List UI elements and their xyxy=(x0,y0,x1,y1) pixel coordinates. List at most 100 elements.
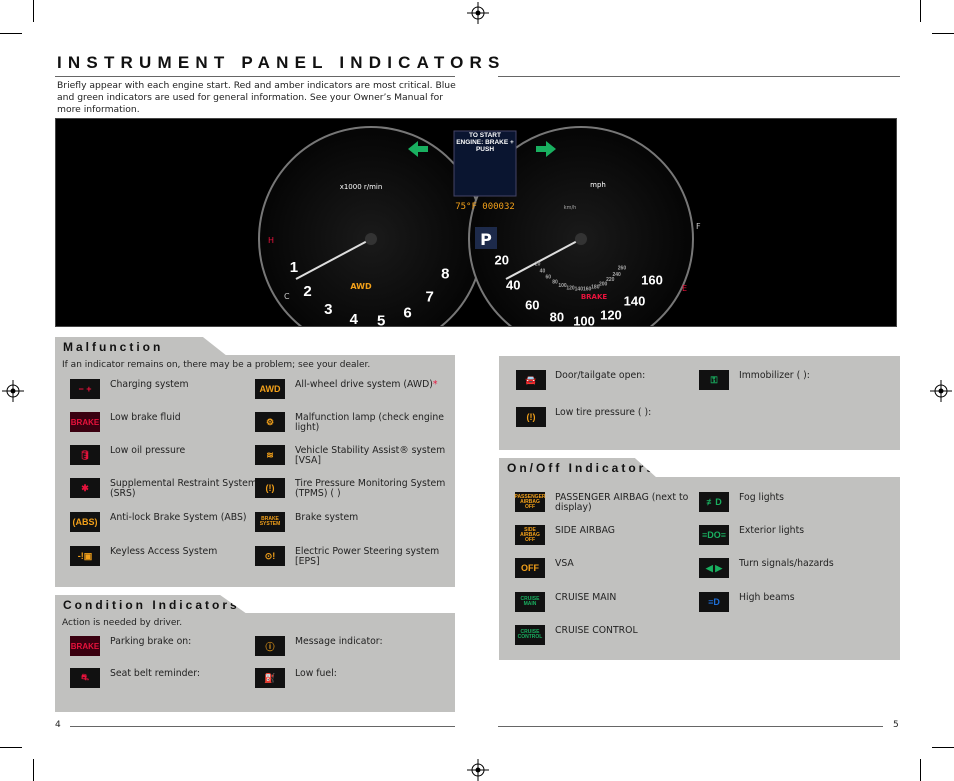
instrument-panel-photo: 1 2 3 4 5 6 7 8 20 40 60 80 100 120 140 160 20 40 60 80 100 1… xyxy=(55,118,897,352)
indicator-label: Fog lights xyxy=(739,493,899,503)
high-beam-icon: ≡D xyxy=(699,592,729,612)
speedo-unit: mph xyxy=(590,181,606,189)
divider xyxy=(498,76,900,77)
seat-belt-icon: ⛐ xyxy=(70,668,100,688)
indicator-label: Anti-lock Brake System (ABS) xyxy=(110,513,270,523)
side-airbag-icon: SIDE AIRBAG OFF xyxy=(515,525,545,545)
gauge-number: 20 xyxy=(495,253,509,268)
crop-mark xyxy=(33,0,34,22)
malfunction-heading: Malfunction Indicators xyxy=(55,337,227,356)
gauge-number: 80 xyxy=(552,279,558,285)
tpms-icon: (!) xyxy=(255,478,285,498)
gauge-number: 6 xyxy=(403,304,411,321)
brake-text-icon: BRAKE xyxy=(70,412,100,432)
passenger-airbag-icon: PASSENGER AIRBAG OFF xyxy=(514,492,546,512)
indicator-label-text: Low tire pressure ( ): xyxy=(555,407,652,418)
indicator-label-text: Fog lights xyxy=(739,492,785,503)
gauge-number: 8 xyxy=(441,266,449,283)
gauge-number: 1 xyxy=(290,259,298,276)
vsa-off-icon: OFF xyxy=(515,558,545,578)
indicator-label-text: SIDE AIRBAG xyxy=(555,525,615,536)
indicator-label: SIDE AIRBAG xyxy=(555,526,715,536)
crop-mark xyxy=(920,759,921,781)
brake-light: BRAKE xyxy=(581,293,608,301)
gauge-number: 4 xyxy=(350,311,359,326)
keyless-icon: -!▣ xyxy=(70,546,100,566)
indicator-label-text: Vehicle Stability Assist® system [VSA] xyxy=(295,445,446,466)
indicator-label-text: Door/tailgate open: xyxy=(555,370,646,381)
indicator-label-text: Keyless Access System xyxy=(110,546,218,557)
indicator-label: Immobilizer ( ): xyxy=(739,371,899,381)
indicator-label: Low fuel: xyxy=(295,669,455,679)
battery-icon: − + xyxy=(70,379,100,399)
brake-system-icon: BRAKE SYSTEM xyxy=(255,512,285,532)
indicator-label: Seat belt reminder: xyxy=(110,669,270,679)
indicator-label-text: Turn signals/hazards xyxy=(739,558,834,569)
indicator-label-text: PASSENGER AIRBAG (next to display) xyxy=(555,492,689,513)
airbag-icon: ✱ xyxy=(70,478,100,498)
turn-signal-icon: ◀ ▶ xyxy=(699,558,729,578)
indicator-label-text: Seat belt reminder: xyxy=(110,668,201,679)
footer-rule xyxy=(498,726,883,727)
indicator-label: VSA xyxy=(555,559,715,569)
cruise-main-icon: CRUISE MAIN xyxy=(515,592,545,612)
gear-indicator: P xyxy=(480,230,492,249)
indicator-label: PASSENGER AIRBAG (next to display) xyxy=(555,493,715,513)
indicator-label: Turn signals/hazards xyxy=(739,559,899,569)
indicator-label-text: Low fuel: xyxy=(295,668,337,679)
indicator-label-text: VSA xyxy=(555,558,574,569)
exterior-lights-icon: ≡DO≡ xyxy=(699,525,729,545)
gauge-number: 20 xyxy=(535,262,541,268)
door-open-icon: 🚘 xyxy=(516,370,546,390)
indicator-label: Supplemental Restraint System (SRS) xyxy=(110,479,270,499)
fuel-f: F xyxy=(696,222,701,231)
indicator-label: Low brake fluid xyxy=(110,413,270,423)
indicator-label: All-wheel drive system (AWD)* xyxy=(295,380,455,390)
gauge-number: 120 xyxy=(600,308,622,323)
footer-rule xyxy=(70,726,455,727)
crop-mark xyxy=(932,33,954,34)
immobilizer-key-icon: ⚿ xyxy=(699,370,729,390)
gauge-number: 40 xyxy=(506,278,520,293)
oil-can-icon: 🛢 xyxy=(70,445,100,465)
crop-mark xyxy=(33,759,34,781)
vsa-icon: ≋ xyxy=(255,445,285,465)
indicator-label-text: Malfunction lamp (check engine light) xyxy=(295,412,444,433)
message-icon: ⓘ xyxy=(255,636,285,656)
indicator-label: CRUISE MAIN xyxy=(555,593,715,603)
indicator-label: Low oil pressure xyxy=(110,446,270,456)
indicator-label-text: All-wheel drive system (AWD) xyxy=(295,379,433,390)
gauge-number: 100 xyxy=(573,313,595,326)
registration-mark-icon xyxy=(467,759,489,781)
onoff-heading: On/Off Indicators xyxy=(499,458,657,478)
crop-mark xyxy=(0,747,22,748)
malfunction-note: If an indicator remains on, there may be… xyxy=(62,360,371,370)
indicator-label: Charging system xyxy=(110,380,270,390)
indicator-label-text: Parking brake on: xyxy=(110,636,192,647)
awd-light: AWD xyxy=(350,282,372,291)
intro-text: Briefly appear with each engine start. R… xyxy=(57,80,456,115)
eps-icon: ⊙! xyxy=(255,546,285,566)
indicator-label: Keyless Access System xyxy=(110,547,270,557)
indicator-label: Parking brake on: xyxy=(110,637,270,647)
divider xyxy=(55,76,455,77)
indicator-label: Low tire pressure ( ): xyxy=(555,408,715,418)
condition-heading: Condition Indicators xyxy=(55,595,247,614)
gauge-number: 7 xyxy=(426,288,434,305)
indicator-label-text: Charging system xyxy=(110,379,189,390)
page-number: 5 xyxy=(893,720,899,730)
crop-mark xyxy=(0,33,22,34)
indicator-label-text: Immobilizer ( ): xyxy=(739,370,810,381)
odometer: 75°F 000032 xyxy=(455,202,515,212)
awd-icon: AWD xyxy=(255,379,285,399)
gauge-number: 140 xyxy=(624,293,646,308)
indicator-label: CRUISE CONTROL xyxy=(555,626,715,636)
indicator-label: Exterior lights xyxy=(739,526,899,536)
gauge-number: 140 xyxy=(575,287,584,293)
gauge-number: 220 xyxy=(606,277,615,283)
indicator-label-text: CRUISE CONTROL xyxy=(555,625,638,636)
gauge-number: 3 xyxy=(324,301,332,318)
page-title: INSTRUMENT PANEL INDICATORS xyxy=(57,53,506,72)
cruise-control-icon: CRUISE CONTROL xyxy=(515,625,545,645)
gauge-number: 2 xyxy=(303,283,311,300)
